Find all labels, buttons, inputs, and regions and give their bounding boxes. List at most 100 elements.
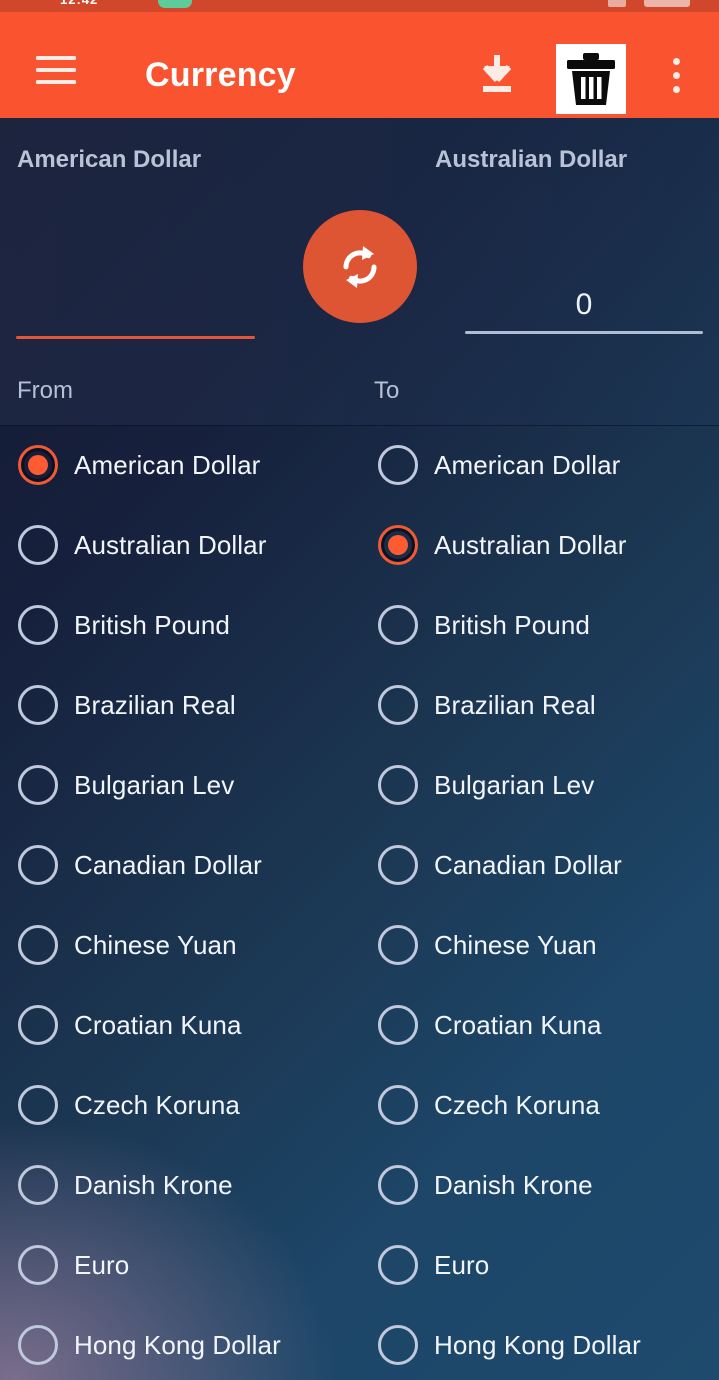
- currency-option-label: Danish Krone: [74, 1169, 233, 1200]
- currency-option-label: Canadian Dollar: [434, 849, 622, 880]
- currency-option-from[interactable]: Canadian Dollar: [0, 825, 360, 905]
- radio-dot: [28, 935, 48, 955]
- radio-dot: [28, 855, 48, 875]
- radio-dot: [388, 1255, 408, 1275]
- radio-unselected-icon[interactable]: [18, 1085, 58, 1125]
- from-currency-title: American Dollar: [17, 146, 202, 173]
- currency-option-to[interactable]: Chinese Yuan: [360, 905, 719, 985]
- radio-unselected-icon[interactable]: [378, 445, 418, 485]
- currency-option-from[interactable]: Euro: [0, 1225, 360, 1305]
- radio-unselected-icon[interactable]: [378, 925, 418, 965]
- currency-option-label: Bulgarian Lev: [74, 769, 235, 800]
- currency-option-to[interactable]: Canadian Dollar: [360, 825, 719, 905]
- radio-unselected-icon[interactable]: [18, 1245, 58, 1285]
- currency-option-from[interactable]: Australian Dollar: [0, 505, 360, 585]
- radio-unselected-icon[interactable]: [18, 525, 58, 565]
- radio-dot: [388, 1335, 408, 1355]
- radio-unselected-icon[interactable]: [378, 1005, 418, 1045]
- status-bar: 12:42: [0, 0, 719, 12]
- to-currency-list[interactable]: American Dollar Australian Dollar British …: [360, 425, 719, 1380]
- from-amount-input[interactable]: [16, 272, 255, 322]
- currency-option-label: Chinese Yuan: [434, 929, 597, 960]
- radio-unselected-icon[interactable]: [378, 605, 418, 645]
- to-amount-input[interactable]: [465, 282, 703, 328]
- radio-dot: [388, 1015, 408, 1035]
- radio-unselected-icon[interactable]: [18, 1165, 58, 1205]
- swap-currencies-button[interactable]: [303, 210, 417, 323]
- radio-dot: [388, 1175, 408, 1195]
- currency-option-label: Croatian Kuna: [434, 1009, 602, 1040]
- radio-unselected-icon[interactable]: [378, 1245, 418, 1285]
- radio-dot: [28, 1335, 48, 1355]
- radio-unselected-icon[interactable]: [18, 845, 58, 885]
- hamburger-menu-icon[interactable]: [36, 56, 76, 84]
- swap-refresh-icon: [343, 245, 377, 288]
- currency-option-label: Brazilian Real: [74, 689, 236, 720]
- currency-option-to[interactable]: Croatian Kuna: [360, 985, 719, 1065]
- to-label: To: [374, 377, 400, 404]
- green-pill-indicator: [158, 0, 192, 8]
- currency-option-label: Czech Koruna: [434, 1089, 600, 1120]
- currency-option-to[interactable]: Australian Dollar: [360, 505, 719, 585]
- currency-option-to[interactable]: Hong Kong Dollar: [360, 1305, 719, 1380]
- currency-option-label: Danish Krone: [434, 1169, 593, 1200]
- currency-option-from[interactable]: Bulgarian Lev: [0, 745, 360, 825]
- radio-dot: [28, 775, 48, 795]
- radio-dot: [28, 1175, 48, 1195]
- radio-unselected-icon[interactable]: [18, 605, 58, 645]
- radio-unselected-icon[interactable]: [18, 765, 58, 805]
- currency-option-from[interactable]: Brazilian Real: [0, 665, 360, 745]
- page-title: Currency: [145, 56, 296, 94]
- currency-option-label: American Dollar: [434, 449, 621, 480]
- radio-dot: [28, 455, 48, 475]
- radio-dot: [388, 455, 408, 475]
- currency-option-label: Australian Dollar: [74, 529, 267, 560]
- radio-dot: [28, 695, 48, 715]
- radio-dot: [28, 1255, 48, 1275]
- radio-unselected-icon[interactable]: [18, 1005, 58, 1045]
- currency-option-from[interactable]: British Pound: [0, 585, 360, 665]
- currency-option-to[interactable]: Czech Koruna: [360, 1065, 719, 1145]
- radio-unselected-icon[interactable]: [378, 845, 418, 885]
- radio-unselected-icon[interactable]: [18, 1325, 58, 1365]
- trash-icon[interactable]: [556, 44, 626, 114]
- currency-option-label: American Dollar: [74, 449, 261, 480]
- currency-option-label: Chinese Yuan: [74, 929, 237, 960]
- radio-unselected-icon[interactable]: [18, 685, 58, 725]
- currency-option-from[interactable]: Hong Kong Dollar: [0, 1305, 360, 1380]
- currency-option-label: Bulgarian Lev: [434, 769, 595, 800]
- currency-option-label: Euro: [74, 1249, 130, 1280]
- radio-dot: [388, 535, 408, 555]
- radio-unselected-icon[interactable]: [18, 925, 58, 965]
- radio-unselected-icon[interactable]: [378, 765, 418, 805]
- currency-option-to[interactable]: American Dollar: [360, 425, 719, 505]
- radio-unselected-icon[interactable]: [378, 1325, 418, 1365]
- app-bar: Currency: [0, 12, 719, 118]
- currency-option-to[interactable]: British Pound: [360, 585, 719, 665]
- radio-selected-icon[interactable]: [18, 445, 58, 485]
- currency-option-from[interactable]: Chinese Yuan: [0, 905, 360, 985]
- currency-option-from[interactable]: Czech Koruna: [0, 1065, 360, 1145]
- currency-option-to[interactable]: Euro: [360, 1225, 719, 1305]
- radio-selected-icon[interactable]: [378, 525, 418, 565]
- currency-option-to[interactable]: Brazilian Real: [360, 665, 719, 745]
- currency-option-from[interactable]: American Dollar: [0, 425, 360, 505]
- radio-dot: [28, 1095, 48, 1115]
- signal-icon: [608, 0, 626, 7]
- currency-converter-screen: 12:42 Currency: [0, 0, 719, 1380]
- currency-option-label: Canadian Dollar: [74, 849, 262, 880]
- currency-option-label: Hong Kong Dollar: [434, 1329, 641, 1360]
- currency-option-to[interactable]: Bulgarian Lev: [360, 745, 719, 825]
- currency-option-from[interactable]: Croatian Kuna: [0, 985, 360, 1065]
- download-icon[interactable]: [474, 52, 520, 96]
- radio-unselected-icon[interactable]: [378, 1085, 418, 1125]
- currency-option-from[interactable]: Danish Krone: [0, 1145, 360, 1225]
- currency-option-to[interactable]: Danish Krone: [360, 1145, 719, 1225]
- currency-option-label: Hong Kong Dollar: [74, 1329, 281, 1360]
- radio-unselected-icon[interactable]: [378, 685, 418, 725]
- radio-unselected-icon[interactable]: [378, 1165, 418, 1205]
- radio-dot: [28, 615, 48, 635]
- currency-option-label: British Pound: [434, 609, 590, 640]
- more-vertical-icon[interactable]: [664, 58, 688, 100]
- from-currency-list[interactable]: American Dollar Australian Dollar British …: [0, 425, 360, 1380]
